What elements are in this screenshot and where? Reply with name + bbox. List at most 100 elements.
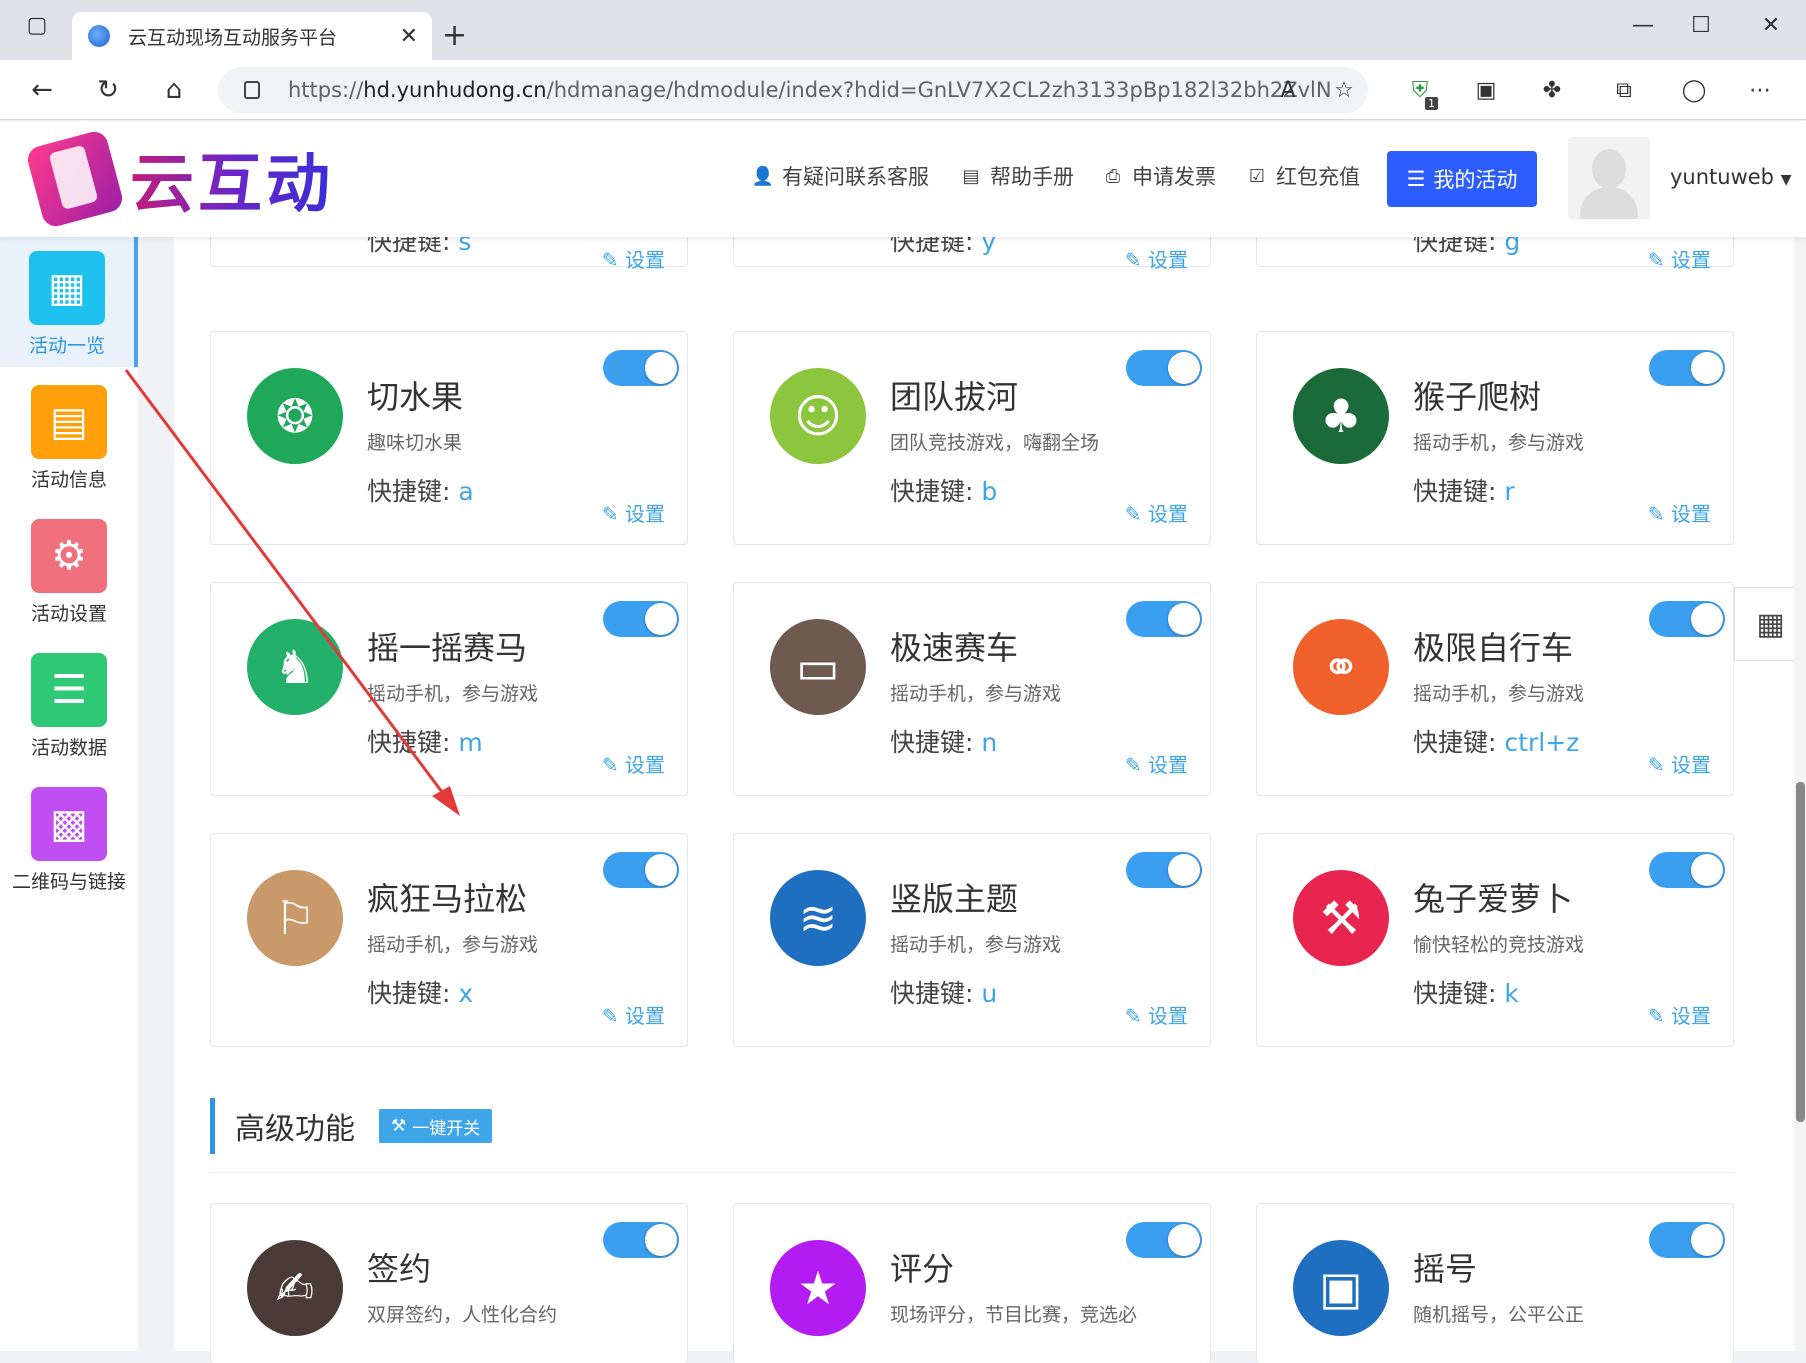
game-description: 愉快轻松的竞技游戏 bbox=[1413, 934, 1585, 956]
book-icon: ▤ bbox=[962, 165, 980, 187]
logo[interactable]: 云互动 bbox=[24, 128, 334, 230]
back-icon[interactable]: ← bbox=[24, 72, 60, 108]
browser-tab[interactable]: 云互动现场互动服务平台 ✕ bbox=[72, 12, 432, 60]
printer-icon: ⎙ bbox=[1105, 165, 1121, 187]
avatar[interactable] bbox=[1568, 137, 1650, 219]
redpacket-recharge-link[interactable]: ☑ 红包充值 bbox=[1246, 161, 1360, 191]
address-bar[interactable]: https://hd.yunhudong.cn/hdmanage/hdmodul… bbox=[218, 67, 1368, 113]
settings-link[interactable]: ✎ 设置 bbox=[1648, 498, 1711, 527]
enable-toggle[interactable] bbox=[603, 601, 679, 637]
shortcut-key: 快捷键: x bbox=[367, 979, 474, 1008]
shortcut-key: 快捷键: u bbox=[890, 979, 998, 1008]
shortcut-key: 快捷键: k bbox=[1413, 979, 1519, 1008]
check-square-icon: ☑ bbox=[1248, 165, 1266, 187]
feature-description: 现场评分，节目比赛，竞选必 bbox=[890, 1304, 1138, 1326]
bicycle-icon: ⚭ bbox=[1293, 619, 1389, 715]
sidebar-item-label: 活动数据 bbox=[30, 737, 107, 759]
more-icon[interactable]: ⋯ bbox=[1744, 74, 1776, 106]
settings-link[interactable]: ✎ 设置 bbox=[1648, 1000, 1711, 1029]
sidebar-item-overview[interactable]: ▦ 活动一览 bbox=[0, 237, 138, 367]
settings-link[interactable]: ✎ 设置 bbox=[1125, 498, 1188, 527]
favorite-icon[interactable]: ☆ bbox=[1328, 74, 1360, 106]
sidebar-item-label: 活动信息 bbox=[30, 469, 107, 491]
new-tab-icon[interactable]: + bbox=[442, 18, 467, 53]
enable-toggle[interactable] bbox=[1126, 601, 1202, 637]
scrollbar-thumb[interactable] bbox=[1796, 782, 1805, 1122]
sidebar-item-info[interactable]: ▤ 活动信息 bbox=[0, 371, 138, 501]
close-tab-icon[interactable]: ✕ bbox=[400, 24, 418, 49]
main-content: 快捷键: s ✎ 设置 快捷键: y ✎ 设置 快捷键: g ✎ 设置 ❂ 切水果… bbox=[174, 237, 1806, 1351]
signature-icon: ✍ bbox=[247, 1240, 343, 1336]
settings-link[interactable]: ✎ 设置 bbox=[1125, 1000, 1188, 1029]
home-icon[interactable]: ⌂ bbox=[156, 72, 192, 108]
sidebar-item-settings[interactable]: ⚙ 活动设置 bbox=[0, 505, 138, 635]
shield-extension-icon[interactable]: ⛨ 1 bbox=[1404, 74, 1438, 110]
read-aloud-icon[interactable]: A bbox=[1272, 74, 1304, 106]
profile-icon[interactable]: ◯ bbox=[1678, 74, 1710, 106]
settings-link[interactable]: ✎ 设置 bbox=[602, 244, 665, 273]
sidebar-toggle-icon[interactable]: ▢ bbox=[22, 10, 52, 40]
game-description: 摇动手机，参与游戏 bbox=[890, 683, 1062, 705]
enable-toggle[interactable] bbox=[1649, 1222, 1725, 1258]
feature-title: 评分 bbox=[890, 1250, 955, 1288]
settings-link[interactable]: ✎ 设置 bbox=[602, 1000, 665, 1029]
maximize-icon[interactable]: ☐ bbox=[1686, 10, 1716, 40]
settings-link[interactable]: ✎ 设置 bbox=[1648, 244, 1711, 273]
sidebar-item-label: 活动一览 bbox=[28, 335, 105, 357]
contact-support-link[interactable]: 👤 有疑问联系客服 bbox=[752, 161, 929, 191]
pencil-icon: ✎ bbox=[601, 1004, 619, 1028]
help-manual-link[interactable]: ▤ 帮助手册 bbox=[960, 161, 1074, 191]
url-host: hd.yunhudong.cn bbox=[363, 78, 547, 102]
feature-description: 双屏签约，人性化合约 bbox=[367, 1304, 558, 1326]
enable-toggle[interactable] bbox=[603, 1222, 679, 1258]
my-activity-button[interactable]: ☰ 我的活动 bbox=[1387, 151, 1537, 207]
extension-icon[interactable]: ▣ bbox=[1470, 74, 1502, 106]
enable-toggle[interactable] bbox=[1649, 601, 1725, 637]
menu-label: 红包充值 bbox=[1276, 165, 1360, 189]
sidebar-item-qrcode[interactable]: ▩ 二维码与链接 bbox=[0, 773, 138, 903]
enable-toggle[interactable] bbox=[1649, 350, 1725, 386]
user-menu[interactable]: yuntuweb ▼ bbox=[1670, 165, 1791, 189]
enable-toggle[interactable] bbox=[1126, 1222, 1202, 1258]
advanced-card: ▣ 摇号 随机摇号，公平公正 bbox=[1256, 1203, 1734, 1363]
section-header: 高级功能 ⚒ 一键开关 bbox=[210, 1098, 493, 1154]
game-card-partial: 快捷键: g ✎ 设置 bbox=[1256, 237, 1734, 272]
enable-toggle[interactable] bbox=[603, 350, 679, 386]
enable-toggle[interactable] bbox=[1649, 852, 1725, 888]
toggle-all-button[interactable]: ⚒ 一键开关 bbox=[379, 1109, 493, 1143]
game-title: 猴子爬树 bbox=[1413, 378, 1542, 416]
enable-toggle[interactable] bbox=[1126, 852, 1202, 888]
phone-logo-icon bbox=[24, 128, 126, 230]
shortcut-key: 快捷键: y bbox=[890, 237, 997, 256]
settings-link[interactable]: ✎ 设置 bbox=[1125, 244, 1188, 273]
extension-badge: 1 bbox=[1425, 97, 1438, 110]
collections-icon[interactable]: ⧉ bbox=[1608, 74, 1640, 106]
shortcut-key: 快捷键: ctrl+z bbox=[1413, 728, 1580, 757]
settings-link[interactable]: ✎ 设置 bbox=[602, 498, 665, 527]
game-description: 摇动手机，参与游戏 bbox=[367, 934, 539, 956]
horse-icon: ♞ bbox=[247, 619, 343, 715]
enable-toggle[interactable] bbox=[603, 852, 679, 888]
my-activity-label: 我的活动 bbox=[1433, 168, 1518, 192]
url-prefix: https:// bbox=[288, 78, 364, 102]
close-window-icon[interactable]: ✕ bbox=[1756, 10, 1786, 40]
shortcut-key: 快捷键: m bbox=[367, 728, 483, 757]
palm-tree-icon: ♣ bbox=[1293, 368, 1389, 464]
hammer-icon: ⚒ bbox=[1293, 870, 1389, 966]
settings-link[interactable]: ✎ 设置 bbox=[1648, 749, 1711, 778]
settings-link[interactable]: ✎ 设置 bbox=[1125, 749, 1188, 778]
puzzle-icon[interactable]: ✤ bbox=[1536, 74, 1568, 106]
pencil-icon: ✎ bbox=[601, 502, 619, 526]
reload-icon[interactable]: ↻ bbox=[90, 72, 126, 108]
pencil-icon: ✎ bbox=[601, 753, 619, 777]
toggle-all-label: 一键开关 bbox=[412, 1118, 481, 1139]
sidebar: ▦ 活动一览 ▤ 活动信息 ⚙ 活动设置 ☰ 活动数据 ▩ 二维码与链接 bbox=[0, 237, 138, 1351]
minimize-icon[interactable]: — bbox=[1628, 10, 1658, 40]
sidebar-item-data[interactable]: ☰ 活动数据 bbox=[0, 639, 138, 769]
settings-link[interactable]: ✎ 设置 bbox=[602, 749, 665, 778]
advanced-card: ✍ 签约 双屏签约，人性化合约 bbox=[210, 1203, 688, 1363]
enable-toggle[interactable] bbox=[1126, 350, 1202, 386]
game-description: 摇动手机，参与游戏 bbox=[1413, 683, 1585, 705]
invoice-link[interactable]: ⎙ 申请发票 bbox=[1102, 161, 1216, 191]
tab-title: 云互动现场互动服务平台 bbox=[128, 26, 338, 49]
